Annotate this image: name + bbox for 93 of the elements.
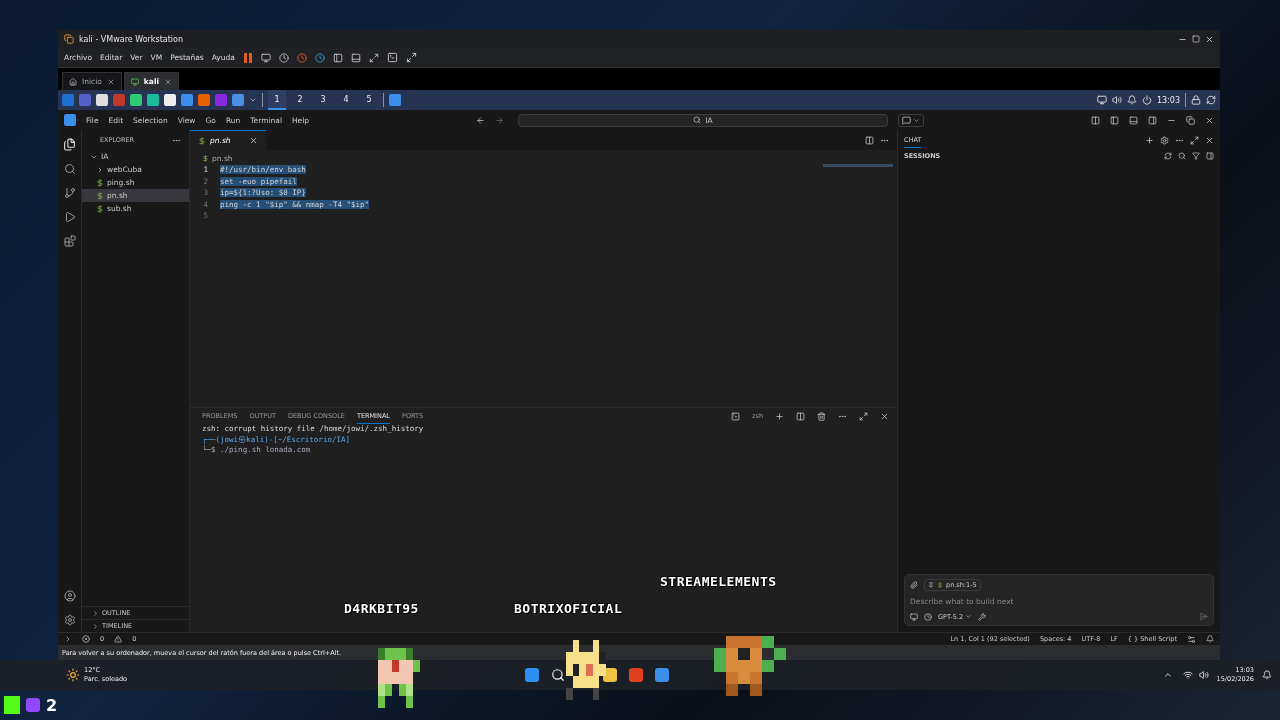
workspace-button[interactable]: 5: [360, 90, 378, 110]
chat-bubble-icon: [26, 698, 40, 712]
logo-icon: [4, 696, 20, 714]
display-icon[interactable]: [1096, 95, 1107, 105]
vm-icon: [130, 77, 139, 86]
panel-bottom-icon[interactable]: [350, 52, 361, 63]
plus-icon[interactable]: [1145, 135, 1154, 145]
search-icon[interactable]: [1178, 152, 1186, 160]
terminal-icon[interactable]: [386, 52, 398, 63]
panel-left-icon[interactable]: [332, 52, 343, 63]
fullscreen-icon[interactable]: [368, 52, 379, 63]
close-icon[interactable]: [1205, 34, 1214, 44]
chevron-up-icon[interactable]: [1162, 670, 1173, 680]
chevron-right-icon: [96, 165, 104, 174]
bell-icon[interactable]: [1126, 95, 1137, 105]
volume-icon[interactable]: [1198, 670, 1209, 680]
layout-icon[interactable]: [1091, 115, 1100, 125]
split-icon[interactable]: [865, 135, 874, 145]
close-icon[interactable]: [164, 77, 173, 86]
settings-icon[interactable]: [63, 614, 76, 626]
dollar-icon: [96, 191, 104, 200]
clock-text: 13:03: [1156, 95, 1180, 105]
dollar-icon: [202, 154, 209, 162]
files-icon[interactable]: [63, 138, 76, 151]
search-icon: [693, 116, 702, 124]
chat-button[interactable]: [898, 113, 925, 127]
bell-icon[interactable]: [1262, 670, 1272, 680]
viewer-count: 2: [46, 695, 58, 715]
terminal-icon: [731, 411, 741, 421]
chevron-down-icon: [913, 116, 921, 124]
power-icon[interactable]: [1141, 95, 1152, 105]
clock-icon[interactable]: [296, 52, 307, 63]
extensions-icon[interactable]: [63, 235, 76, 247]
attach-icon[interactable]: [910, 581, 918, 589]
warning-icon: [114, 635, 123, 643]
home-icon: [69, 77, 77, 86]
dollar-icon: [96, 204, 104, 213]
start-icon[interactable]: [525, 668, 540, 682]
workspace-button[interactable]: 1: [268, 90, 286, 110]
tools-icon[interactable]: [978, 612, 986, 621]
wifi-icon[interactable]: [1182, 670, 1193, 680]
close-icon[interactable]: [1205, 115, 1214, 125]
run-icon[interactable]: [63, 211, 76, 223]
maximize-icon[interactable]: [1192, 35, 1200, 43]
username-text: BOTRIXOFICIAL: [514, 601, 623, 616]
workspace-button[interactable]: 2: [291, 90, 309, 110]
split-icon[interactable]: [796, 411, 805, 421]
pin-icon: [928, 582, 934, 588]
trash-icon[interactable]: [817, 411, 826, 421]
account-icon[interactable]: [63, 590, 76, 602]
source-control-icon[interactable]: [63, 187, 76, 199]
maximize-icon[interactable]: [859, 411, 868, 421]
maximize-icon[interactable]: [1190, 135, 1199, 145]
pixel-sprite-drawing: [378, 648, 420, 708]
workspace-button[interactable]: 3: [314, 90, 332, 110]
back-icon[interactable]: [476, 115, 486, 125]
weather-icon: [66, 668, 80, 682]
username-text: D4RKBIT95: [344, 601, 419, 616]
chevron-down-icon: [965, 613, 972, 620]
plus-icon[interactable]: [775, 411, 784, 421]
dollar-icon: [937, 582, 943, 588]
bell-icon[interactable]: [1206, 635, 1214, 643]
pause-icon[interactable]: [242, 52, 253, 63]
panel-icon[interactable]: [1206, 152, 1214, 160]
chevron-down-icon[interactable]: [249, 96, 257, 104]
close-icon[interactable]: [880, 411, 889, 421]
dollar-icon: [96, 178, 104, 187]
panel-bottom-icon[interactable]: [1129, 115, 1138, 125]
vm-icon: [64, 34, 74, 44]
restore-icon[interactable]: [1186, 115, 1195, 125]
expand-icon[interactable]: [405, 52, 417, 63]
settings-icon[interactable]: [1160, 135, 1169, 145]
clock-icon[interactable]: [314, 52, 325, 63]
workspace-button[interactable]: 4: [337, 90, 355, 110]
minimap: [823, 164, 893, 167]
close-icon[interactable]: [249, 136, 258, 145]
clock-icon[interactable]: [278, 52, 289, 63]
close-icon[interactable]: [1205, 135, 1214, 145]
monitor-icon[interactable]: [910, 612, 918, 621]
filter-icon[interactable]: [1192, 152, 1200, 160]
panel-left-icon[interactable]: [1110, 115, 1119, 125]
chat-icon: [902, 115, 912, 125]
error-icon: [82, 635, 90, 643]
volume-icon[interactable]: [1111, 95, 1122, 105]
username-text: STREAMELEMENTS: [660, 574, 777, 589]
refresh-icon[interactable]: [1164, 152, 1172, 160]
lock-icon[interactable]: [1191, 95, 1201, 105]
search-icon[interactable]: [551, 668, 566, 682]
dollar-icon: [198, 136, 206, 145]
panel-right-icon[interactable]: [1148, 115, 1157, 125]
window-title: kali - VMware Workstation: [79, 34, 183, 44]
close-icon[interactable]: [106, 77, 115, 86]
app-icon: [64, 114, 76, 126]
